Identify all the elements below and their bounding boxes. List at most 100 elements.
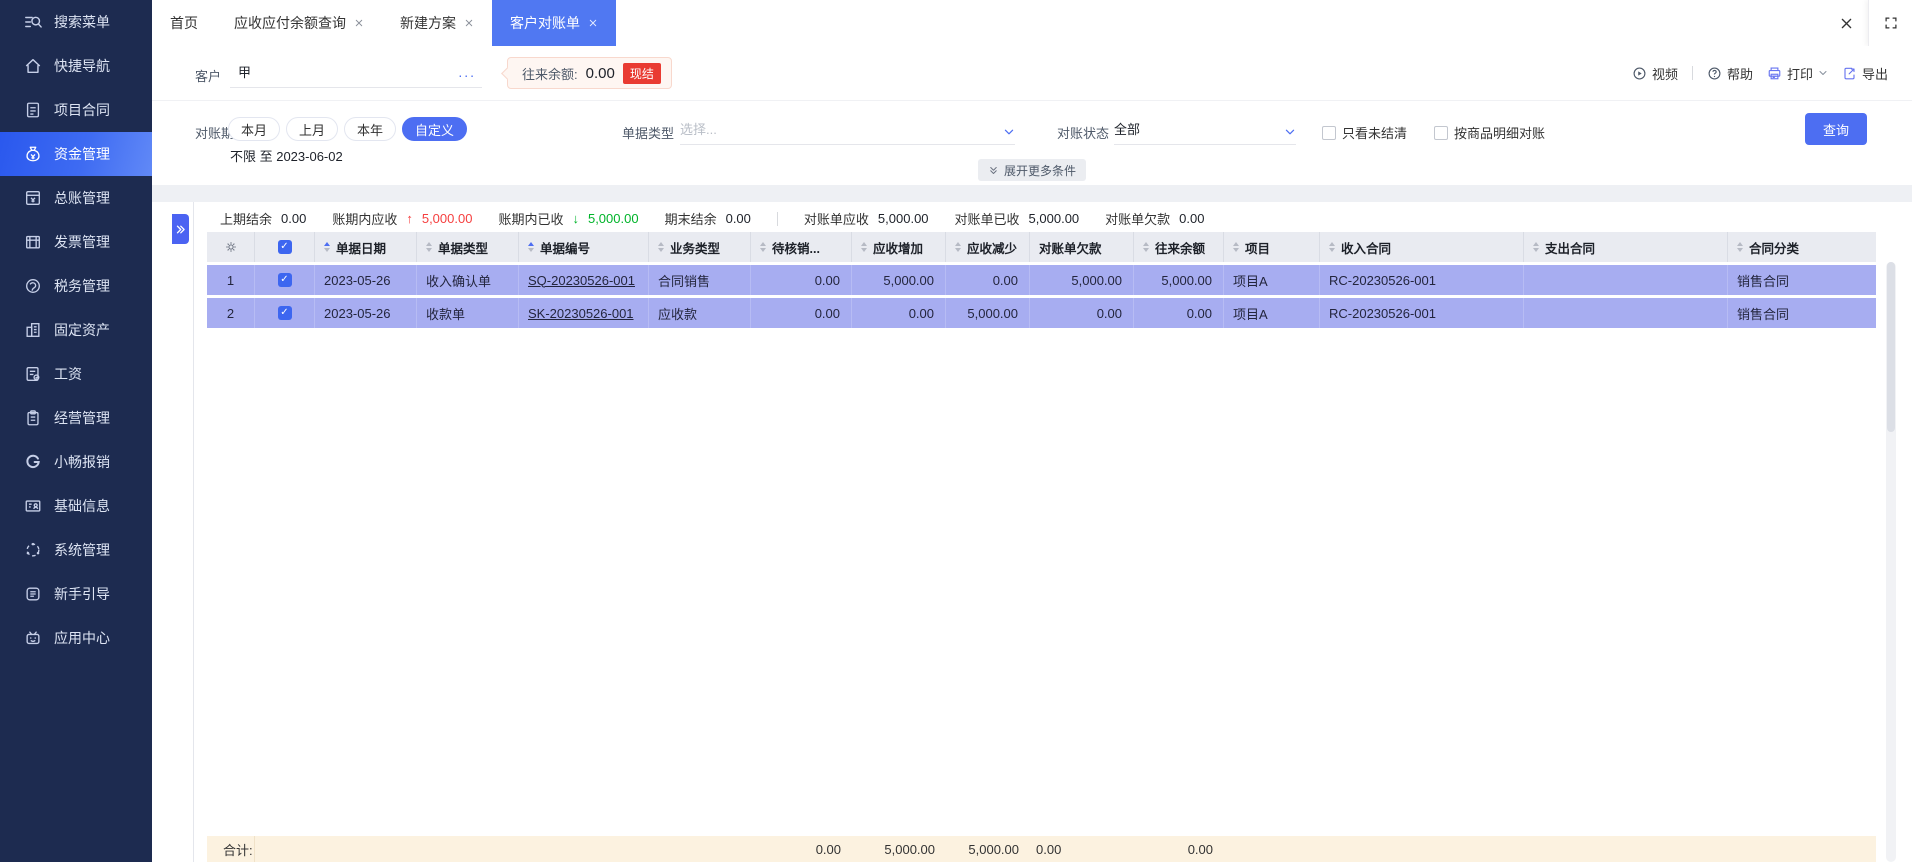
sort-icon[interactable] (426, 242, 433, 252)
scrollbar-thumb[interactable] (1887, 262, 1895, 432)
column-header-decrease[interactable]: 应收减少 (946, 232, 1030, 262)
tab-home[interactable]: 首页 (152, 0, 216, 46)
sidebar-item-quick-nav[interactable]: 快捷导航 (0, 44, 152, 88)
column-header-balance[interactable]: 往来余额 (1134, 232, 1224, 262)
column-header-doc-number[interactable]: 单据编号 (519, 232, 649, 262)
sidebar-item-funds-management[interactable]: 资金管理 (0, 132, 152, 176)
sidebar-item-general-ledger[interactable]: 总账管理 (0, 176, 152, 220)
sort-icon[interactable] (1329, 242, 1336, 252)
period-last-month[interactable]: 上月 (286, 117, 339, 141)
column-header-doc-type[interactable]: 单据类型 (417, 232, 519, 262)
column-header-pending[interactable]: 待核销... (751, 232, 852, 262)
statement-table: 单据日期 单据类型 单据编号 业务类型 (207, 232, 1876, 328)
sidebar-item-invoice[interactable]: 发票管理 (0, 220, 152, 264)
double-chevron-down-icon (988, 165, 999, 176)
cell-expense-contract (1524, 265, 1728, 295)
expand-more-button[interactable]: 展开更多条件 (977, 159, 1087, 181)
sidebar-item-label: 系统管理 (54, 542, 110, 558)
tab-close-icon[interactable] (354, 18, 364, 28)
status-value: 全部 (1114, 122, 1141, 137)
sidebar-item-label: 基础信息 (54, 498, 110, 514)
window-controls (1824, 0, 1912, 46)
gear-icon[interactable] (224, 240, 238, 254)
period-range-value[interactable]: 不限 至 2023-06-02 (230, 146, 343, 165)
period-this-month[interactable]: 本月 (228, 117, 281, 141)
customer-field[interactable]: 甲 ... (230, 56, 482, 88)
by-product-checkbox[interactable]: 按商品明细对账 (1434, 123, 1545, 142)
print-label: 打印 (1786, 66, 1813, 82)
sort-icon[interactable] (955, 242, 962, 252)
column-header-contract-category[interactable]: 合同分类 (1728, 232, 1876, 262)
video-button[interactable]: 视频 (1632, 64, 1678, 83)
vertical-scrollbar[interactable] (1886, 262, 1896, 862)
table-row[interactable]: 1 2023-05-26 收入确认单 SQ-20230526-001 合同销售 … (207, 265, 1876, 295)
row-checkbox[interactable] (277, 306, 292, 320)
column-header-owed[interactable]: 对账单欠款 (1030, 232, 1134, 262)
tab-close-icon[interactable] (588, 18, 598, 28)
sidebar-item-search-menu[interactable]: 搜索菜单 (0, 0, 152, 44)
sort-icon[interactable] (1233, 242, 1240, 252)
tab-new-plan[interactable]: 新建方案 (382, 0, 492, 46)
sidebar-item-system[interactable]: 系统管理 (0, 528, 152, 572)
sidebar-item-tax[interactable]: 税务管理 (0, 264, 152, 308)
print-button[interactable]: 打印 (1767, 64, 1828, 83)
column-header-income-contract[interactable]: 收入合同 (1320, 232, 1524, 262)
sort-icon[interactable] (658, 242, 665, 252)
period-custom[interactable]: 自定义 (402, 117, 468, 141)
status-select[interactable]: 全部 (1114, 115, 1296, 145)
period-options: 本月 上月 本年 自定义 (228, 117, 468, 141)
cell-pending: 0.00 (751, 265, 852, 295)
select-all-header[interactable] (255, 232, 315, 262)
sort-icon[interactable] (1533, 242, 1540, 252)
by-product-label: 按商品明细对账 (1454, 126, 1546, 141)
column-header-project[interactable]: 项目 (1224, 232, 1320, 262)
sidebar-item-business-management[interactable]: 经营管理 (0, 396, 152, 440)
export-button[interactable]: 导出 (1842, 64, 1888, 83)
select-all-checkbox[interactable] (277, 240, 292, 254)
column-header-expense-contract[interactable]: 支出合同 (1524, 232, 1728, 262)
sort-icon[interactable] (861, 242, 868, 252)
expand-sidebar-button[interactable] (172, 214, 189, 244)
sidebar-item-base-info[interactable]: 基础信息 (0, 484, 152, 528)
tab-balance-query[interactable]: 应收应付余额查询 (216, 0, 382, 46)
query-button[interactable]: 查询 (1805, 113, 1867, 145)
help-button[interactable]: 帮助 (1707, 64, 1753, 83)
total-label: 合计: (207, 836, 255, 862)
table-row[interactable]: 2 2023-05-26 收款单 SK-20230526-001 应收款 0.0… (207, 298, 1876, 328)
sidebar-item-fixed-assets[interactable]: 固定资产 (0, 308, 152, 352)
column-header-date[interactable]: 单据日期 (315, 232, 417, 262)
doc-type-select[interactable]: 选择... (680, 115, 1015, 145)
period-this-year[interactable]: 本年 (344, 117, 397, 141)
tab-close-icon[interactable] (464, 18, 474, 28)
cell-decrease: 5,000.00 (946, 298, 1030, 328)
sort-asc-icon[interactable] (528, 242, 535, 252)
column-settings-header[interactable] (207, 232, 255, 262)
sort-icon[interactable] (760, 242, 767, 252)
summary-statement-received: 对账单已收 5,000.00 (954, 211, 1080, 227)
cell-expense-contract (1524, 298, 1728, 328)
sidebar-item-salary[interactable]: 工资 (0, 352, 152, 396)
sidebar-item-app-center[interactable]: 应用中心 (0, 616, 152, 660)
sidebar-item-expense[interactable]: 小畅报销 (0, 440, 152, 484)
customer-more-button[interactable]: ... (458, 64, 482, 80)
row-checkbox[interactable] (277, 273, 292, 287)
close-icon[interactable] (1824, 0, 1868, 46)
sort-icon[interactable] (1143, 242, 1150, 252)
checkbox-icon[interactable] (1434, 125, 1448, 140)
sort-icon[interactable] (1737, 242, 1744, 252)
fullscreen-icon[interactable] (1868, 0, 1912, 46)
sidebar-item-guide[interactable]: 新手引导 (0, 572, 152, 616)
sidebar-item-label: 税务管理 (54, 278, 110, 294)
table-header: 单据日期 单据类型 单据编号 业务类型 (207, 232, 1876, 262)
column-header-increase[interactable]: 应收增加 (852, 232, 946, 262)
tab-customer-statement[interactable]: 客户对账单 (492, 0, 616, 46)
sidebar-item-project-contract[interactable]: 项目合同 (0, 88, 152, 132)
column-header-business-type[interactable]: 业务类型 (649, 232, 751, 262)
sort-asc-icon[interactable] (324, 242, 331, 252)
summary-statement-receivable: 对账单应收 5,000.00 (803, 211, 929, 227)
doc-number-link[interactable]: SK-20230526-001 (528, 306, 634, 321)
unsettled-checkbox[interactable]: 只看未结清 (1322, 123, 1407, 142)
checkbox-icon[interactable] (1322, 125, 1336, 140)
cell-balance: 0.00 (1134, 298, 1224, 328)
doc-number-link[interactable]: SQ-20230526-001 (528, 273, 635, 288)
